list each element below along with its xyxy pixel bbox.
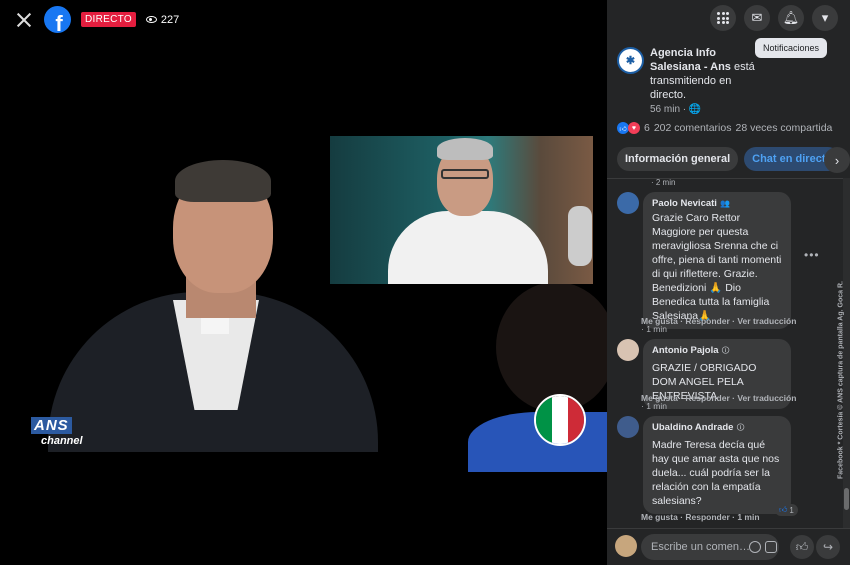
post-time[interactable]: 56 min · 🌐 — [650, 104, 842, 115]
divider — [607, 178, 850, 179]
info-badge-icon: 🛈 — [721, 346, 730, 355]
sticker-icon[interactable] — [765, 541, 777, 553]
ans-logo-subtext: channel — [41, 435, 83, 447]
messenger-icon[interactable]: ✉ — [744, 5, 770, 31]
comment-text: Grazie Caro Rettor Maggiore per questa m… — [652, 212, 782, 322]
comment-author[interactable]: Paolo Nevicati 👥 — [652, 198, 782, 209]
interviewer-head — [496, 282, 607, 412]
eye-icon — [145, 16, 157, 23]
video-top-bar: f DIRECTO 227 — [14, 6, 179, 33]
comment-author-name[interactable]: Paolo Nevicati — [652, 198, 717, 209]
live-video-viewer: { "video": { "live_label": "DIRECTO", "v… — [0, 0, 850, 565]
guest-video-inset — [330, 136, 593, 284]
comment-author[interactable]: Antonio Pajola 🛈 — [652, 345, 782, 359]
comment-author-name[interactable]: Antonio Pajola — [652, 345, 719, 356]
guest-glasses — [441, 169, 489, 179]
ans-channel-logo: ANS channel — [31, 417, 96, 447]
ans-logo-text: ANS — [31, 417, 72, 434]
comment-action-links[interactable]: Me gusta · Responder · 1 min — [641, 512, 760, 522]
speaker-hair — [175, 160, 271, 202]
tab-informacion-general[interactable]: Información general — [617, 147, 739, 171]
page-avatar[interactable]: ✱ — [617, 47, 644, 74]
comment-author-name[interactable]: Ubaldino Andrade — [652, 422, 733, 433]
group-badge-icon: 👥 — [719, 199, 730, 208]
panel-tabs: Información general Chat en directo — [617, 147, 841, 171]
love-reaction-icon: ♥ — [628, 122, 640, 134]
comment-like-value: 1 — [789, 505, 794, 515]
guest-hair — [437, 138, 493, 160]
emoji-icon[interactable] — [749, 541, 761, 553]
share-icon[interactable]: ↪ — [816, 535, 840, 559]
avatar[interactable] — [617, 339, 639, 361]
like-button-icon[interactable]: 👍︎ — [790, 535, 814, 559]
shares-count[interactable]: 28 veces compartida — [735, 122, 832, 134]
notifications-bell-icon[interactable]: 🔔︎ — [778, 5, 804, 31]
page-name[interactable]: Agencia Info Salesiana - Ans — [650, 47, 731, 73]
account-chevron-down-icon[interactable]: ▾ — [812, 5, 838, 31]
comment-bubble: Paolo Nevicati 👥 Grazie Caro Rettor Maggi… — [643, 192, 791, 329]
previous-comment-time: · 2 min — [651, 178, 676, 187]
avatar[interactable] — [617, 416, 639, 438]
copyright-watermark: Facebook * Cortesía © ANS captura de pan… — [832, 280, 850, 480]
comment-author[interactable]: Ubaldino Andrade 🛈 — [652, 422, 782, 436]
engagement-stats: 👍︎ ♥ 6 202 comentarios 28 veces comparti… — [617, 122, 832, 134]
info-badge-icon: 🛈 — [736, 423, 745, 432]
avatar[interactable] — [617, 192, 639, 214]
reaction-count[interactable]: 6 — [644, 122, 650, 134]
broadcaster-line: Agencia Info Salesiana - Ans está transm… — [650, 46, 760, 102]
like-icon: 👍︎ — [779, 505, 788, 514]
microphone — [568, 206, 592, 266]
top-nav-icons: ✉ 🔔︎ ▾ — [710, 5, 838, 31]
menu-grid-icon[interactable] — [710, 5, 736, 31]
main-speaker-feed: ANS channel — [28, 150, 378, 452]
viewer-count-value: 227 — [160, 13, 180, 26]
comment-time: · 1 min — [641, 401, 667, 411]
viewer-count: 227 — [145, 13, 180, 26]
comment-time: · 1 min — [641, 324, 667, 334]
facebook-logo[interactable]: f — [44, 6, 71, 33]
comments-count[interactable]: 202 comentarios — [654, 122, 732, 134]
live-badge: DIRECTO — [81, 12, 136, 27]
chevron-right-icon[interactable]: › — [824, 147, 850, 173]
video-player[interactable]: f DIRECTO 227 ANS channel — [0, 0, 607, 565]
flag-stripe-white — [552, 396, 568, 444]
more-options-icon[interactable]: ••• — [804, 248, 820, 262]
comment-text: Madre Teresa decía qué hay que amar asta… — [652, 439, 780, 507]
current-user-avatar[interactable] — [615, 535, 637, 557]
comment-bubble: Ubaldino Andrade 🛈 Madre Teresa decía qué… — [643, 416, 791, 514]
scrollbar-thumb[interactable] — [844, 488, 849, 510]
watermark-text: Facebook * Cortesía © ANS captura de pan… — [837, 281, 845, 479]
comment-like-count[interactable]: 👍︎ 1 — [775, 504, 798, 516]
broadcaster-header: ✱ Agencia Info Salesiana - Ans está tran… — [617, 46, 842, 115]
comment-composer: 👍︎ ↪ — [607, 528, 850, 565]
live-chat-panel: ✉ 🔔︎ ▾ Notificaciones ✱ Agencia Info Sal… — [607, 0, 850, 565]
comment-actions[interactable]: Me gusta · Responder · 1 min — [641, 512, 760, 522]
close-icon[interactable] — [14, 10, 34, 30]
italian-flag-icon — [534, 394, 586, 446]
